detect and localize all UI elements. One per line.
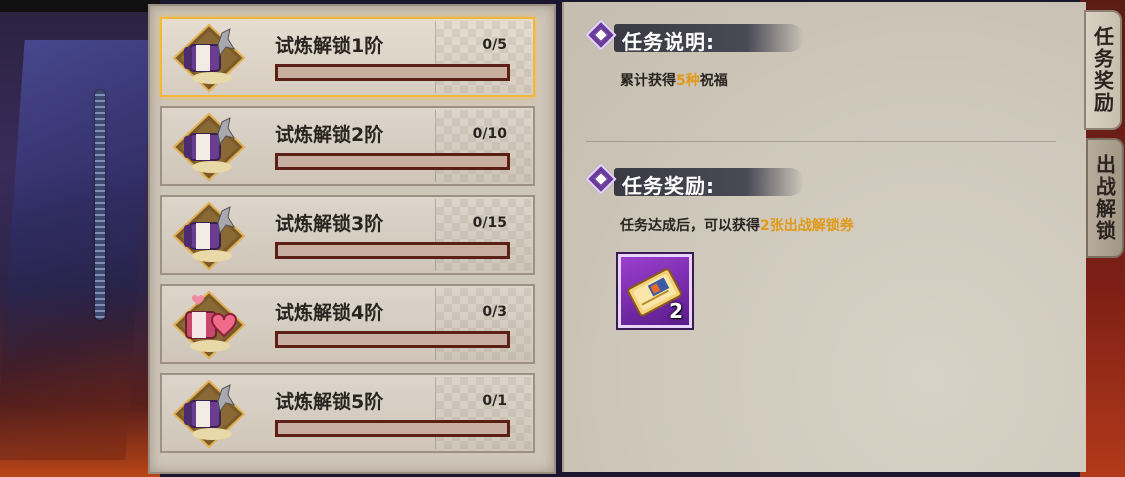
task-title: 试炼解锁3阶 [275, 213, 384, 235]
background-decoration [0, 0, 160, 477]
description-header: 任务说明: [585, 19, 806, 56]
task-progress-text: 0/1 [482, 393, 507, 409]
progress-bar [275, 242, 510, 259]
reward-highlight: 2张出战解锁券 [760, 218, 854, 234]
top-band [0, 0, 160, 12]
task-title: 试炼解锁2阶 [275, 124, 384, 146]
background-streak [0, 40, 155, 460]
task-progress-text: 0/15 [472, 215, 507, 231]
task-progress-text: 0/5 [482, 37, 507, 53]
tab-battle-unlock[interactable]: 出战解锁 [1086, 138, 1124, 258]
description-prefix: 累计获得 [620, 73, 676, 89]
progress-bar [275, 420, 510, 437]
description-text: 累计获得5种祝福 [620, 70, 728, 90]
card-pattern [435, 110, 531, 182]
reward-text: 任务达成后，可以获得2张出战解锁券 [620, 215, 854, 235]
task-card-1[interactable]: 试炼解锁1阶 0/5 [160, 17, 535, 97]
scroll-kunai-icon [172, 23, 246, 93]
scroll-kunai-icon [172, 112, 246, 182]
progress-bar [275, 153, 510, 170]
description-suffix: 祝福 [699, 73, 728, 89]
task-list: 试炼解锁1阶 0/5 试炼解锁2阶 0/10 试炼解锁3阶 0/15 试炼解锁4… [148, 4, 556, 474]
description-header-label: 任务说明: [622, 30, 715, 54]
progress-bar [275, 64, 510, 81]
scroll-kunai-icon [172, 201, 246, 271]
task-progress-text: 0/10 [472, 126, 507, 142]
task-progress-text: 0/3 [482, 304, 507, 320]
task-title: 试炼解锁1阶 [275, 35, 384, 57]
card-pattern [435, 21, 531, 93]
description-highlight: 5种 [676, 73, 700, 89]
reward-item-slot[interactable]: 2 [618, 254, 692, 328]
reward-header: 任务奖励: [585, 163, 806, 200]
task-card-4[interactable]: 试炼解锁4阶 0/3 [160, 284, 535, 364]
tab-task-reward[interactable]: 任务奖励 [1084, 10, 1122, 130]
card-pattern [435, 199, 531, 271]
scroll-bar[interactable] [95, 90, 105, 320]
diamond-icon [585, 163, 617, 195]
diamond-icon [585, 19, 617, 51]
task-title: 试炼解锁5阶 [275, 391, 384, 413]
reward-count: 2 [669, 299, 683, 323]
task-card-3[interactable]: 试炼解锁3阶 0/15 [160, 195, 535, 275]
task-detail-panel: 任务说明: 累计获得5种祝福 任务奖励: 任务达成后，可以获得2张出战解锁券 2 [562, 2, 1086, 472]
task-card-2[interactable]: 试炼解锁2阶 0/10 [160, 106, 535, 186]
reward-header-label: 任务奖励: [622, 174, 715, 198]
scroll-heart-icon [172, 290, 246, 360]
progress-bar [275, 331, 510, 348]
card-pattern [435, 377, 531, 449]
task-title: 试炼解锁4阶 [275, 302, 384, 324]
reward-prefix: 任务达成后，可以获得 [620, 218, 760, 234]
card-pattern [435, 288, 531, 360]
task-card-5[interactable]: 试炼解锁5阶 0/1 [160, 373, 535, 453]
divider [586, 141, 1056, 142]
scroll-kunai-icon [172, 379, 246, 449]
